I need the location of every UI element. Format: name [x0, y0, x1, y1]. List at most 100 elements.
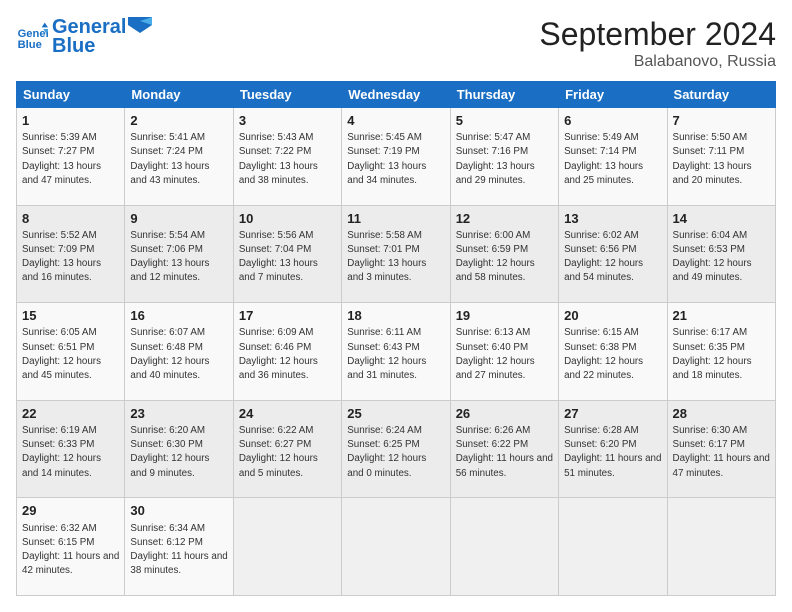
calendar-cell-5-7: [667, 498, 775, 596]
svg-text:General: General: [18, 28, 48, 40]
day-number: 30: [130, 502, 227, 520]
day-number: 3: [239, 112, 336, 130]
day-info: Sunrise: 5:50 AMSunset: 7:11 PMDaylight:…: [673, 131, 770, 188]
day-info: Sunrise: 6:28 AMSunset: 6:20 PMDaylight:…: [564, 424, 661, 481]
day-info: Sunrise: 5:54 AMSunset: 7:06 PMDaylight:…: [130, 229, 227, 286]
day-info: Sunrise: 6:05 AMSunset: 6:51 PMDaylight:…: [22, 326, 119, 383]
calendar-cell-3-6: 20Sunrise: 6:15 AMSunset: 6:38 PMDayligh…: [559, 303, 667, 401]
day-info: Sunrise: 6:34 AMSunset: 6:12 PMDaylight:…: [130, 522, 227, 579]
day-number: 20: [564, 307, 661, 325]
day-info: Sunrise: 6:11 AMSunset: 6:43 PMDaylight:…: [347, 326, 444, 383]
calendar-week-3: 15Sunrise: 6:05 AMSunset: 6:51 PMDayligh…: [17, 303, 776, 401]
day-info: Sunrise: 6:24 AMSunset: 6:25 PMDaylight:…: [347, 424, 444, 481]
calendar-week-4: 22Sunrise: 6:19 AMSunset: 6:33 PMDayligh…: [17, 400, 776, 498]
day-number: 5: [456, 112, 553, 130]
day-number: 2: [130, 112, 227, 130]
day-number: 4: [347, 112, 444, 130]
day-info: Sunrise: 6:09 AMSunset: 6:46 PMDaylight:…: [239, 326, 336, 383]
day-number: 16: [130, 307, 227, 325]
col-header-monday: Monday: [125, 82, 233, 108]
calendar-table: SundayMondayTuesdayWednesdayThursdayFrid…: [16, 81, 776, 596]
calendar-cell-4-1: 22Sunrise: 6:19 AMSunset: 6:33 PMDayligh…: [17, 400, 125, 498]
calendar-cell-5-1: 29 Sunrise: 6:32 AMSunset: 6:15 PMDayligh…: [17, 498, 125, 596]
calendar-cell-2-6: 13Sunrise: 6:02 AMSunset: 6:56 PMDayligh…: [559, 205, 667, 303]
day-number: 23: [130, 405, 227, 423]
col-header-sunday: Sunday: [17, 82, 125, 108]
day-number: 25: [347, 405, 444, 423]
col-header-friday: Friday: [559, 82, 667, 108]
calendar-body: 1Sunrise: 5:39 AMSunset: 7:27 PMDaylight…: [17, 108, 776, 596]
calendar-cell-4-4: 25Sunrise: 6:24 AMSunset: 6:25 PMDayligh…: [342, 400, 450, 498]
day-number: 6: [564, 112, 661, 130]
day-number: 10: [239, 210, 336, 228]
day-info: Sunrise: 6:22 AMSunset: 6:27 PMDaylight:…: [239, 424, 336, 481]
calendar-cell-3-5: 19Sunrise: 6:13 AMSunset: 6:40 PMDayligh…: [450, 303, 558, 401]
day-info: Sunrise: 6:20 AMSunset: 6:30 PMDaylight:…: [130, 424, 227, 481]
title-block: September 2024 Balabanovo, Russia: [539, 16, 776, 71]
calendar-header-row: SundayMondayTuesdayWednesdayThursdayFrid…: [17, 82, 776, 108]
calendar-cell-1-5: 5Sunrise: 5:47 AMSunset: 7:16 PMDaylight…: [450, 108, 558, 206]
calendar-cell-1-1: 1Sunrise: 5:39 AMSunset: 7:27 PMDaylight…: [17, 108, 125, 206]
day-number: 29: [22, 502, 119, 520]
calendar-cell-2-5: 12Sunrise: 6:00 AMSunset: 6:59 PMDayligh…: [450, 205, 558, 303]
calendar-cell-4-2: 23Sunrise: 6:20 AMSunset: 6:30 PMDayligh…: [125, 400, 233, 498]
calendar-cell-1-6: 6Sunrise: 5:49 AMSunset: 7:14 PMDaylight…: [559, 108, 667, 206]
calendar-cell-4-3: 24Sunrise: 6:22 AMSunset: 6:27 PMDayligh…: [233, 400, 341, 498]
day-number: 28: [673, 405, 770, 423]
page-header: General Blue General Blue September 2024…: [16, 16, 776, 71]
day-info: Sunrise: 6:00 AMSunset: 6:59 PMDaylight:…: [456, 229, 553, 286]
col-header-thursday: Thursday: [450, 82, 558, 108]
day-info: Sunrise: 6:07 AMSunset: 6:48 PMDaylight:…: [130, 326, 227, 383]
day-number: 11: [347, 210, 444, 228]
day-info: Sunrise: 6:13 AMSunset: 6:40 PMDaylight:…: [456, 326, 553, 383]
col-header-wednesday: Wednesday: [342, 82, 450, 108]
day-info: Sunrise: 5:41 AMSunset: 7:24 PMDaylight:…: [130, 131, 227, 188]
day-info: Sunrise: 5:52 AMSunset: 7:09 PMDaylight:…: [22, 229, 119, 286]
day-number: 8: [22, 210, 119, 228]
calendar-week-2: 8Sunrise: 5:52 AMSunset: 7:09 PMDaylight…: [17, 205, 776, 303]
day-number: 14: [673, 210, 770, 228]
calendar-cell-5-4: [342, 498, 450, 596]
calendar-cell-1-7: 7Sunrise: 5:50 AMSunset: 7:11 PMDaylight…: [667, 108, 775, 206]
calendar-cell-3-7: 21Sunrise: 6:17 AMSunset: 6:35 PMDayligh…: [667, 303, 775, 401]
day-number: 27: [564, 405, 661, 423]
calendar-cell-2-1: 8Sunrise: 5:52 AMSunset: 7:09 PMDaylight…: [17, 205, 125, 303]
calendar-cell-5-6: [559, 498, 667, 596]
day-number: 1: [22, 112, 119, 130]
location: Balabanovo, Russia: [539, 53, 776, 71]
calendar-cell-2-4: 11Sunrise: 5:58 AMSunset: 7:01 PMDayligh…: [342, 205, 450, 303]
calendar-cell-5-2: 30 Sunrise: 6:34 AMSunset: 6:12 PMDayligh…: [125, 498, 233, 596]
day-number: 18: [347, 307, 444, 325]
calendar-cell-3-3: 17Sunrise: 6:09 AMSunset: 6:46 PMDayligh…: [233, 303, 341, 401]
calendar-cell-3-1: 15Sunrise: 6:05 AMSunset: 6:51 PMDayligh…: [17, 303, 125, 401]
calendar-cell-4-6: 27Sunrise: 6:28 AMSunset: 6:20 PMDayligh…: [559, 400, 667, 498]
month-title: September 2024: [539, 16, 776, 53]
day-number: 21: [673, 307, 770, 325]
day-info: Sunrise: 5:47 AMSunset: 7:16 PMDaylight:…: [456, 131, 553, 188]
day-info: Sunrise: 5:45 AMSunset: 7:19 PMDaylight:…: [347, 131, 444, 188]
calendar-week-5: 29 Sunrise: 6:32 AMSunset: 6:15 PMDayligh…: [17, 498, 776, 596]
day-number: 24: [239, 405, 336, 423]
logo-arrow-icon: [128, 17, 152, 33]
calendar-cell-5-3: [233, 498, 341, 596]
calendar-cell-1-2: 2Sunrise: 5:41 AMSunset: 7:24 PMDaylight…: [125, 108, 233, 206]
day-info: Sunrise: 5:58 AMSunset: 7:01 PMDaylight:…: [347, 229, 444, 286]
day-number: 26: [456, 405, 553, 423]
day-number: 15: [22, 307, 119, 325]
day-info: Sunrise: 6:26 AMSunset: 6:22 PMDaylight:…: [456, 424, 553, 481]
day-number: 22: [22, 405, 119, 423]
calendar-cell-3-4: 18Sunrise: 6:11 AMSunset: 6:43 PMDayligh…: [342, 303, 450, 401]
calendar-cell-1-4: 4Sunrise: 5:45 AMSunset: 7:19 PMDaylight…: [342, 108, 450, 206]
calendar-cell-2-2: 9Sunrise: 5:54 AMSunset: 7:06 PMDaylight…: [125, 205, 233, 303]
day-info: Sunrise: 6:15 AMSunset: 6:38 PMDaylight:…: [564, 326, 661, 383]
day-number: 19: [456, 307, 553, 325]
day-info: Sunrise: 6:04 AMSunset: 6:53 PMDaylight:…: [673, 229, 770, 286]
day-info: Sunrise: 6:19 AMSunset: 6:33 PMDaylight:…: [22, 424, 119, 481]
day-info: Sunrise: 6:17 AMSunset: 6:35 PMDaylight:…: [673, 326, 770, 383]
day-info: Sunrise: 5:56 AMSunset: 7:04 PMDaylight:…: [239, 229, 336, 286]
col-header-tuesday: Tuesday: [233, 82, 341, 108]
day-info: Sunrise: 6:32 AMSunset: 6:15 PMDaylight:…: [22, 522, 119, 579]
day-number: 17: [239, 307, 336, 325]
calendar-cell-4-5: 26Sunrise: 6:26 AMSunset: 6:22 PMDayligh…: [450, 400, 558, 498]
svg-text:Blue: Blue: [18, 39, 42, 51]
